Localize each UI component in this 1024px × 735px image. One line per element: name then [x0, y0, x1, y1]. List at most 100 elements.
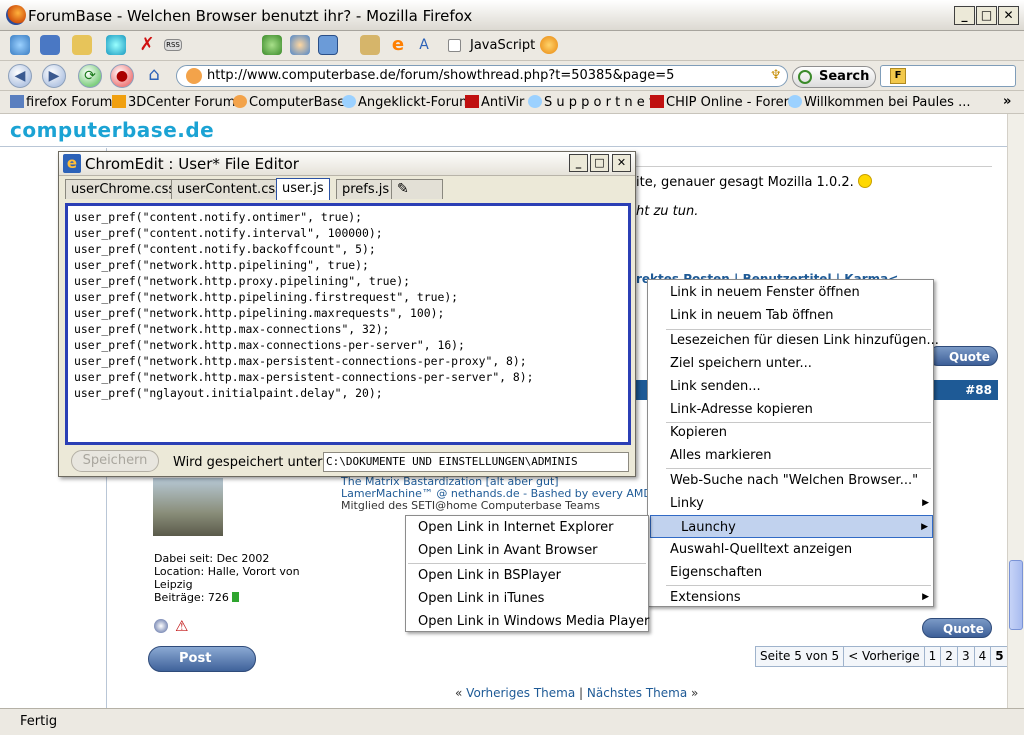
url-field[interactable]: http://www.computerbase.de/forum/showthr… — [176, 65, 788, 87]
rss-icon[interactable]: RSS — [164, 39, 182, 51]
chromedit-maximize-button[interactable]: □ — [590, 154, 609, 172]
pager-page[interactable]: 2 — [941, 647, 958, 666]
bookmarks-overflow-icon[interactable]: » — [1003, 94, 1011, 109]
bookmark-icon — [342, 95, 356, 108]
menu-item-save-target[interactable]: Ziel speichern unter... — [648, 352, 933, 375]
windows-icon[interactable] — [318, 35, 338, 55]
bookmark-computerbase[interactable]: ComputerBase — [233, 95, 345, 110]
tab-edit-pen[interactable]: ✎ — [391, 179, 443, 199]
stop-x-icon[interactable]: ✗ — [137, 35, 157, 55]
bookmark-icon — [650, 95, 664, 108]
status-text: Fertig — [20, 714, 58, 729]
bookmark-3dcenter[interactable]: 3DCenter Forum — [112, 95, 235, 110]
back-arrow-icon[interactable]: ◀ — [8, 64, 32, 88]
pagination: Seite 5 von 5 < Vorherige 1 2 3 4 5 — [755, 646, 1009, 667]
quote-button[interactable]: Quote — [922, 618, 992, 638]
pen-icon: ✎ — [397, 181, 409, 197]
menu-item-open-new-window[interactable]: Link in neuem Fenster öffnen — [648, 281, 933, 304]
code-editor[interactable]: user_pref("content.notify.ontimer", true… — [65, 203, 631, 445]
bookmark-angeklickt[interactable]: Angeklickt-Forum — [342, 95, 472, 110]
site-logo[interactable]: computerbase.de — [10, 118, 214, 142]
online-status-icon — [154, 619, 168, 633]
menu-item-copy-link[interactable]: Link-Adresse kopieren — [648, 398, 933, 421]
report-icon[interactable]: ⚠ — [175, 617, 188, 635]
menu-item-open-wmp[interactable]: Open Link in Windows Media Player — [406, 610, 649, 633]
user-icon[interactable] — [290, 35, 310, 55]
cd-icon[interactable] — [106, 35, 126, 55]
menu-item-view-selection-source[interactable]: Auswahl-Quelltext anzeigen — [648, 538, 933, 561]
post-text-line: ht zu tun. — [636, 204, 699, 219]
menu-item-web-search[interactable]: Web-Suche nach "Welchen Browser..." — [648, 469, 933, 492]
tab-userchrome[interactable]: userChrome.css — [65, 179, 182, 199]
search-engine-icon[interactable]: F — [890, 68, 906, 84]
reload-globe-icon[interactable] — [262, 35, 282, 55]
minimize-button[interactable]: _ — [954, 6, 975, 25]
post-divider — [634, 166, 992, 167]
menu-item-launchy[interactable]: Launchy ▶ — [650, 515, 933, 538]
menu-item-properties[interactable]: Eigenschaften — [648, 561, 933, 584]
menu-item-open-ie[interactable]: Open Link in Internet Explorer — [406, 516, 648, 539]
home-icon[interactable]: ⌂ — [142, 64, 166, 88]
bookmark-chip-online[interactable]: CHIP Online - Foren — [650, 95, 792, 110]
location-line: Location: Halle, Vorort von — [154, 565, 300, 578]
save-path-field[interactable]: C:\DOKUMENTE UND EINSTELLUNGEN\ADMINIS — [323, 452, 629, 472]
save-button[interactable]: Speichern — [71, 450, 159, 472]
firefox-logo-icon — [6, 5, 26, 25]
ie-icon[interactable]: e — [388, 35, 408, 55]
vertical-scrollbar[interactable] — [1007, 114, 1024, 708]
reputation-icon — [232, 592, 240, 602]
stop-icon[interactable]: ● — [110, 64, 134, 88]
pager-info: Seite 5 von 5 — [756, 647, 845, 666]
translate-icon[interactable]: A — [414, 35, 434, 55]
bookmark-supportnet[interactable]: S u p p o r t n e t — [528, 95, 654, 110]
previous-thread-link[interactable]: Vorheriges Thema — [466, 686, 575, 700]
forward-arrow-icon[interactable]: ▶ — [42, 64, 66, 88]
site-favicon-icon — [186, 68, 202, 84]
pager-prev[interactable]: < Vorherige — [844, 647, 925, 666]
submenu-arrow-icon: ▶ — [922, 498, 929, 508]
bookmark-antivir[interactable]: AntiVir — [465, 95, 524, 110]
location-line: Leipzig — [154, 578, 193, 591]
menu-item-copy[interactable]: Kopieren — [648, 421, 933, 444]
bookmark-firefox-forum[interactable]: firefox Forum — [10, 95, 112, 110]
menu-item-open-new-tab[interactable]: Link in neuem Tab öffnen — [648, 304, 933, 327]
pencil-icon[interactable] — [72, 35, 92, 55]
bookmark-icon — [465, 95, 479, 108]
post-number[interactable]: #88 — [965, 383, 992, 397]
menu-item-open-itunes[interactable]: Open Link in iTunes — [406, 587, 648, 610]
post-reply-button[interactable]: Post Reply — [148, 646, 256, 690]
close-button[interactable]: ✕ — [998, 6, 1019, 25]
sun-icon[interactable] — [540, 36, 558, 54]
pager-page[interactable]: 1 — [924, 647, 942, 666]
reload-icon[interactable]: ⟳ — [78, 64, 102, 88]
chromedit-logo-icon: e — [63, 154, 81, 173]
rss-feed-icon[interactable]: ♆ — [770, 68, 782, 83]
scrollbar-thumb[interactable] — [1009, 560, 1023, 630]
thread-navigation: « Vorheriges Thema | Nächstes Thema » — [455, 686, 699, 700]
menu-item-open-avant[interactable]: Open Link in Avant Browser — [406, 539, 648, 562]
chromedit-close-button[interactable]: ✕ — [612, 154, 631, 172]
menu-item-extensions[interactable]: Extensions ▶ — [648, 586, 933, 609]
tab-userjs[interactable]: user.js — [276, 178, 330, 200]
menu-item-linky[interactable]: Linky ▶ — [648, 492, 933, 515]
maximize-button[interactable]: □ — [976, 6, 997, 25]
bookmark-paules[interactable]: Willkommen bei Paules ... — [788, 95, 971, 110]
folder-icon[interactable] — [360, 35, 380, 55]
chromedit-minimize-button[interactable]: _ — [569, 154, 588, 172]
pager-page[interactable]: 4 — [974, 647, 992, 666]
javascript-checkbox[interactable] — [448, 39, 461, 52]
bulb-icon[interactable] — [10, 35, 30, 55]
tab-prefsjs[interactable]: prefs.js — [336, 179, 396, 199]
signature-line: Mitglied des SETI@home Computerbase Team… — [341, 499, 600, 512]
next-thread-link[interactable]: Nächstes Thema — [587, 686, 687, 700]
menu-item-bookmark-link[interactable]: Lesezeichen für diesen Link hinzufügen..… — [648, 329, 939, 352]
bookmark-icon — [233, 95, 247, 108]
menu-item-select-all[interactable]: Alles markieren — [648, 444, 933, 467]
menu-item-send-link[interactable]: Link senden... — [648, 375, 933, 398]
menu-item-open-bsplayer[interactable]: Open Link in BSPlayer — [406, 564, 648, 587]
tab-usercontent[interactable]: userContent.css — [171, 179, 288, 199]
bookmark-icon — [10, 95, 24, 108]
bookmark-icon — [112, 95, 126, 108]
add-bookmark-icon[interactable] — [40, 35, 60, 55]
pager-page[interactable]: 3 — [957, 647, 975, 666]
